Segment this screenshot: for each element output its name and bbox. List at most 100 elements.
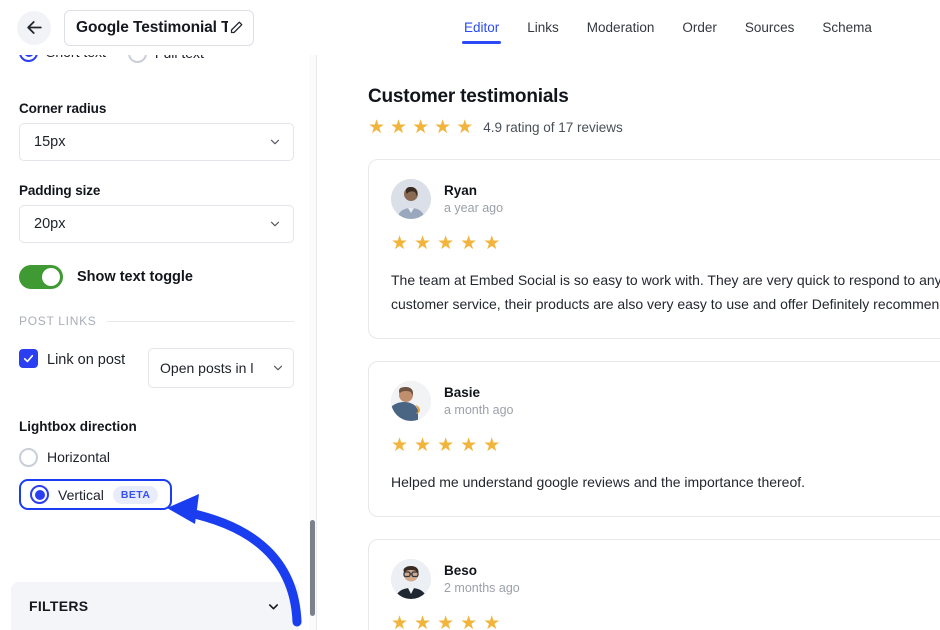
tab-editor[interactable]: Editor [450,2,513,54]
tab-links[interactable]: Links [513,2,573,54]
sidebar-scrollbar-thumb[interactable] [310,520,315,616]
link-on-post-control[interactable]: Link on post [19,348,139,371]
padding-size-select[interactable]: 20px [19,205,294,243]
collection-title-field[interactable]: Google Testimonial Table [64,9,254,46]
app-header: Google Testimonial Table Editor Links Mo… [0,0,940,55]
star-icon: ★ [368,117,386,138]
review-stars: ★ ★ ★ ★ ★ [391,234,940,253]
link-on-post-row: Link on post Open posts in l [19,348,294,388]
chevron-down-icon [270,221,280,227]
star-icon: ★ [412,117,430,138]
review-text: Helped me understand google reviews and … [391,474,806,490]
corner-radius-select[interactable]: 15px [19,123,294,161]
option-horizontal[interactable]: Horizontal [19,442,294,472]
star-icon: ★ [483,613,501,630]
star-icon: ★ [414,435,432,456]
reviewer-name: Ryan [444,183,478,198]
tab-moderation-label: Moderation [586,20,655,35]
open-posts-select[interactable]: Open posts in l [148,348,294,388]
show-text-toggle-label: Show text toggle [77,269,193,285]
back-arrow-icon [26,21,42,34]
review-time: 2 months ago [444,581,520,595]
widget-preview-panel: Customer testimonials ★ ★ ★ ★ ★ 4.9 rati… [317,44,940,630]
star-icon: ★ [437,613,455,630]
tab-moderation[interactable]: Moderation [573,2,669,54]
tab-schema[interactable]: Schema [808,2,886,54]
show-text-toggle-row: Show text toggle [19,265,294,289]
tab-schema-label: Schema [822,20,872,35]
star-icon: ★ [434,117,452,138]
review-stars: ★ ★ ★ ★ ★ [391,614,940,630]
preview-heading: Customer testimonials [368,86,569,107]
filters-accordion[interactable]: FILTERS [11,582,299,630]
corner-radius-value: 15px [34,134,66,150]
tab-sources-label: Sources [744,20,795,35]
reviewer-info: Basie a month ago [444,385,514,417]
avatar-photo [391,559,431,599]
avatar-photo [391,179,431,219]
star-icon: ★ [414,613,432,630]
check-icon [23,354,34,363]
tab-links-label: Links [527,20,559,35]
review-card[interactable]: Basie a month ago ★ ★ ★ ★ ★ Helped me un… [368,361,940,517]
option-vertical-label: Vertical [58,486,104,503]
link-on-post-checkbox[interactable] [19,349,38,368]
tab-editor-label: Editor [464,20,500,35]
avatar [391,559,431,599]
review-text: The team at Embed Social is so easy to w… [391,272,940,312]
review-time: a month ago [444,403,514,417]
star-icon: ★ [390,117,408,138]
padding-size-label: Padding size [19,183,101,198]
star-icon: ★ [456,117,474,138]
reviewer-name: Beso [444,563,478,578]
avatar-photo [391,381,431,421]
show-text-toggle-switch[interactable] [19,265,63,289]
tab-sources[interactable]: Sources [731,2,809,54]
review-header: Basie a month ago [391,381,940,421]
tab-order[interactable]: Order [668,2,731,54]
section-divider [107,320,294,322]
overall-rating-stars: ★ ★ ★ ★ ★ [368,118,473,137]
post-links-section-label: POST LINKS [19,314,97,328]
avatar [391,179,431,219]
corner-radius-label: Corner radius [19,101,107,116]
settings-scroll-content: Short text Full text Corner radius 15px … [0,44,313,510]
option-vertical[interactable]: Vertical BETA [19,479,173,510]
star-icon: ★ [483,435,501,456]
pencil-icon[interactable] [229,20,244,35]
reviewer-info: Ryan a year ago [444,183,503,215]
lightbox-direction-label: Lightbox direction [19,419,137,434]
review-header: Ryan a year ago [391,179,940,219]
chevron-down-icon [273,365,283,371]
main-tabs: Editor Links Moderation Order Sources Sc… [450,0,886,55]
app-root: Google Testimonial Table Editor Links Mo… [0,0,940,630]
radio-horizontal[interactable] [19,447,38,467]
avatar [391,381,431,421]
star-icon: ★ [460,613,478,630]
settings-sidebar: Short text Full text Corner radius 15px … [0,44,313,630]
tab-order-label: Order [682,20,717,35]
post-links-section-header: POST LINKS [19,314,294,328]
star-icon: ★ [483,233,501,254]
link-on-post-label: Link on post [47,352,126,368]
back-button[interactable] [17,10,51,45]
review-card[interactable]: Beso 2 months ago ★ ★ ★ ★ ★ [368,539,940,630]
overall-rating-text: 4.9 rating of 17 reviews [483,120,623,135]
reviewer-name: Basie [444,385,481,400]
radio-vertical[interactable] [30,485,49,504]
review-card[interactable]: Ryan a year ago ★ ★ ★ ★ ★ The team at Em… [368,159,940,339]
star-icon: ★ [437,233,455,254]
star-icon: ★ [460,435,478,456]
star-icon: ★ [391,613,409,630]
review-header: Beso 2 months ago [391,559,940,599]
star-icon: ★ [391,233,409,254]
filters-label: FILTERS [29,598,89,614]
star-icon: ★ [414,233,432,254]
collection-title-text: Google Testimonial Table [76,18,228,36]
overall-rating: ★ ★ ★ ★ ★ 4.9 rating of 17 reviews [368,118,940,137]
review-stars: ★ ★ ★ ★ ★ [391,436,940,455]
panel-divider [316,44,317,630]
beta-badge: BETA [112,485,159,504]
reviewer-info: Beso 2 months ago [444,563,520,595]
star-icon: ★ [391,435,409,456]
